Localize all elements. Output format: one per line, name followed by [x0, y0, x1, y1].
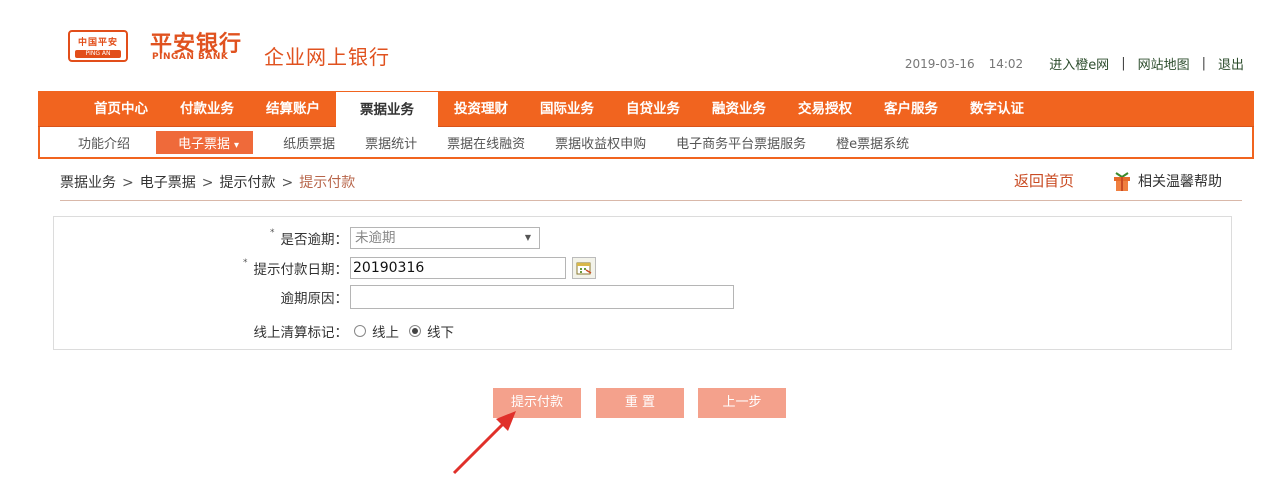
- overdue-select-value: 未逾期: [355, 230, 396, 246]
- current-date: 2019-03-16: [904, 56, 975, 71]
- form-row-reason: 逾期原因：: [54, 284, 734, 310]
- form-row-settlement: 线上清算标记： 线上 线下: [54, 318, 464, 344]
- form-row-pay-date: * 提示付款日期：: [54, 255, 596, 281]
- subnav-item-yield-purchase[interactable]: 票据收益权申购: [555, 133, 646, 152]
- reason-label: 逾期原因：: [280, 291, 349, 307]
- sitemap-link[interactable]: 网站地图: [1138, 54, 1190, 73]
- pay-date-label: 提示付款日期：: [253, 262, 349, 278]
- nav-item-investment[interactable]: 投资理财: [438, 91, 524, 127]
- nav-item-settlement-account[interactable]: 结算账户: [250, 91, 336, 127]
- gift-box-icon: [1114, 172, 1130, 191]
- overdue-select[interactable]: 未逾期 ▼: [350, 227, 540, 249]
- nav-item-bills[interactable]: 票据业务: [336, 90, 438, 127]
- subnav-item-online-financing[interactable]: 票据在线融资: [447, 133, 525, 152]
- breadcrumb-item[interactable]: 票据业务: [60, 175, 116, 191]
- separator: |: [1201, 56, 1206, 71]
- breadcrumb-item[interactable]: 提示付款: [219, 175, 275, 191]
- form-panel: * 是否逾期： 未逾期 ▼ * 提示付款日期： 逾期原因： 线上清算标记： 线上: [53, 216, 1232, 350]
- breadcrumb-current: 提示付款: [299, 175, 356, 191]
- field-label: * 是否逾期：: [54, 228, 348, 248]
- portal-title: 企业网上银行: [264, 45, 390, 69]
- logout-link[interactable]: 退出: [1218, 54, 1244, 73]
- nav-item-financing[interactable]: 融资业务: [696, 91, 782, 127]
- bank-logo-english: PINGAN BANK: [152, 52, 229, 62]
- subnav-item-orange-e-system[interactable]: 橙e票据系统: [836, 133, 909, 152]
- radio-online-label: 线上: [372, 325, 399, 341]
- nav-item-digital-cert[interactable]: 数字认证: [954, 91, 1040, 127]
- subnav-item-paper-bills[interactable]: 纸质票据: [283, 133, 335, 152]
- breadcrumb: 票据业务 > 电子票据 > 提示付款 > 提示付款: [60, 172, 355, 192]
- sub-nav: 功能介绍 电子票据 ▾ 纸质票据 票据统计 票据在线融资 票据收益权申购 电子商务…: [38, 127, 1254, 159]
- form-row-overdue: * 是否逾期： 未逾期 ▼: [54, 225, 540, 251]
- subnav-item-label: 电子票据: [178, 136, 231, 152]
- nav-item-payment[interactable]: 付款业务: [164, 91, 250, 127]
- radio-online[interactable]: [354, 325, 366, 337]
- radio-offline-label: 线下: [427, 325, 454, 341]
- field-label: 线上清算标记：: [54, 321, 349, 341]
- field-label: * 提示付款日期：: [54, 258, 348, 278]
- nav-item-loans[interactable]: 自贷业务: [610, 91, 696, 127]
- subnav-item-intro[interactable]: 功能介绍: [78, 133, 130, 152]
- subnav-item-e-bills[interactable]: 电子票据 ▾: [156, 130, 254, 154]
- caret-down-icon: ▼: [524, 233, 531, 242]
- logo-badge-subtext: PING AN: [75, 50, 121, 58]
- nav-item-customer-service[interactable]: 客户服务: [868, 91, 954, 127]
- help-link[interactable]: 相关温馨帮助: [1112, 170, 1222, 192]
- dropdown-marker-icon: ▾: [234, 139, 240, 151]
- breadcrumb-arrow-icon: >: [122, 175, 134, 191]
- separator: |: [1121, 56, 1126, 71]
- return-home-link[interactable]: 返回首页: [1014, 170, 1074, 191]
- nav-item-international[interactable]: 国际业务: [524, 91, 610, 127]
- help-link-label: 相关温馨帮助: [1138, 174, 1222, 190]
- nav-item-authorization[interactable]: 交易授权: [782, 91, 868, 127]
- overdue-reason-textarea[interactable]: [350, 285, 734, 309]
- pingan-group-logo: 中国平安 PING AN: [68, 30, 128, 62]
- breadcrumb-item[interactable]: 电子票据: [140, 175, 196, 191]
- orange-e-link[interactable]: 进入橙e网: [1049, 54, 1109, 73]
- main-nav: 首页中心 付款业务 结算账户 票据业务 投资理财 国际业务 自贷业务 融资业务 …: [38, 90, 1254, 127]
- previous-step-button[interactable]: 上一步: [698, 388, 786, 418]
- breadcrumb-arrow-icon: >: [201, 175, 214, 191]
- subnav-item-ecommerce-service[interactable]: 电子商务平台票据服务: [676, 133, 806, 152]
- nav-item-home-center[interactable]: 首页中心: [78, 91, 164, 127]
- required-mark: *: [243, 258, 248, 268]
- radio-offline[interactable]: [409, 325, 421, 337]
- settlement-radio-group: 线上 线下: [354, 321, 464, 341]
- pay-date-input[interactable]: [350, 257, 566, 279]
- divider: [60, 200, 1242, 201]
- required-mark: *: [270, 228, 275, 238]
- calendar-icon: [576, 262, 592, 275]
- calendar-button[interactable]: [572, 257, 596, 279]
- logo-badge-text: 中国平安: [77, 38, 118, 48]
- overdue-label: 是否逾期：: [280, 232, 349, 248]
- header-utility-bar: 2019-03-16 14:02 进入橙e网 | 网站地图 | 退出: [905, 54, 1244, 73]
- subnav-item-statistics[interactable]: 票据统计: [365, 133, 417, 152]
- field-label: 逾期原因：: [54, 287, 349, 307]
- submit-payment-button[interactable]: 提示付款: [493, 388, 581, 418]
- breadcrumb-arrow-icon: >: [281, 175, 294, 191]
- current-time: 14:02: [988, 56, 1024, 71]
- reset-button[interactable]: 重 置: [596, 388, 684, 418]
- settlement-label: 线上清算标记：: [253, 325, 349, 341]
